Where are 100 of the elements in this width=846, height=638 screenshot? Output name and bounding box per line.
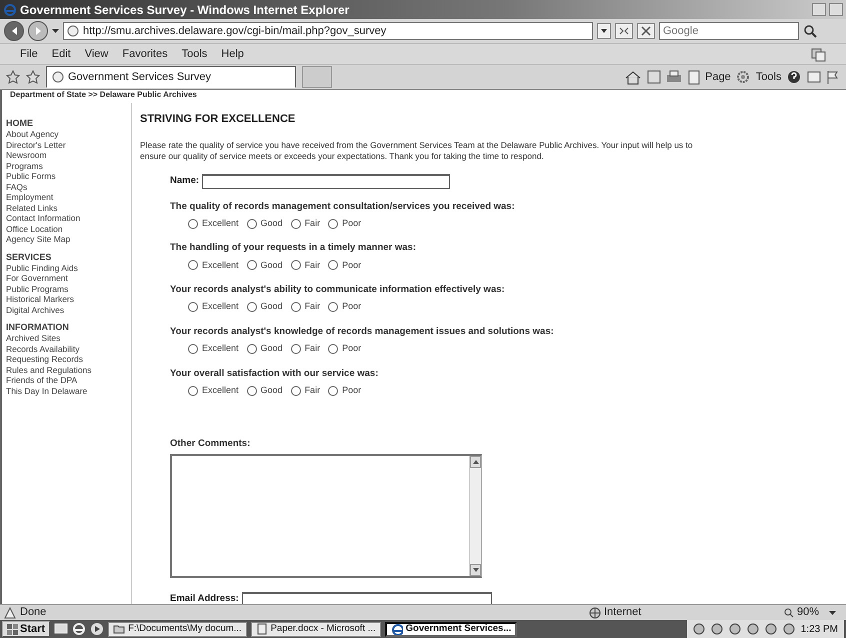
radio-button[interactable] [188, 386, 198, 396]
sidebar-link[interactable]: This Day In Delaware [6, 386, 131, 396]
radio-button[interactable] [188, 260, 198, 270]
sidebar-link[interactable]: Digital Archives [6, 304, 131, 315]
address-field[interactable]: http://smu.archives.delaware.gov/cgi-bin/mail.php?gov_survey [63, 22, 593, 40]
sidebar-link[interactable]: About Agency [6, 129, 131, 140]
comments-field[interactable] [170, 454, 482, 578]
back-button[interactable] [4, 21, 24, 41]
menu-item[interactable]: Edit [52, 46, 71, 62]
sidebar-link[interactable]: Historical Markers [6, 294, 131, 304]
minimize-button[interactable] [812, 3, 826, 16]
stop-icon[interactable] [637, 23, 655, 39]
zoom-icon[interactable] [783, 607, 794, 618]
sidebar-link[interactable]: Newsroom [6, 150, 131, 160]
printer-icon[interactable] [666, 70, 682, 84]
radio-button[interactable] [328, 302, 338, 312]
sidebar-link[interactable]: Records Availability [6, 344, 131, 354]
refresh-icon[interactable] [615, 23, 633, 39]
dropdown-icon[interactable] [52, 29, 59, 33]
sidebar-heading[interactable]: INFORMATION [6, 321, 131, 333]
sidebar-link[interactable]: Public Programs [6, 284, 131, 294]
sidebar-link[interactable]: Employment [6, 192, 131, 202]
menu-item[interactable]: View [84, 46, 108, 62]
start-button[interactable]: Start [2, 621, 50, 637]
tray-icon[interactable] [710, 623, 723, 635]
menu-item[interactable]: Favorites [122, 46, 168, 62]
option-label: Excellent [202, 384, 239, 397]
radio-button[interactable] [328, 386, 338, 396]
media-player-icon[interactable] [90, 622, 104, 636]
menu-item[interactable]: File [20, 46, 38, 62]
scrollbar[interactable] [469, 456, 481, 576]
radio-button[interactable] [246, 302, 257, 312]
browser-tab[interactable]: Government Services Survey [46, 66, 296, 88]
radio-button[interactable] [188, 344, 198, 354]
taskbar-button[interactable]: Government Services... [384, 622, 518, 636]
sidebar-link[interactable]: Related Links [6, 202, 131, 213]
star-icon[interactable] [6, 70, 20, 84]
flag-icon[interactable] [826, 70, 840, 84]
sidebar-link[interactable]: Archived Sites [6, 333, 131, 344]
sidebar-link[interactable]: Requesting Records [6, 354, 131, 364]
menu-item[interactable]: Help [221, 46, 244, 62]
sidebar-link[interactable]: Agency Site Map [6, 234, 131, 244]
taskbar-button[interactable]: F:\Documents\My docum... [108, 622, 247, 636]
search-icon[interactable] [803, 24, 817, 38]
page-icon[interactable] [688, 70, 700, 84]
back-arrow-icon [10, 26, 18, 36]
sidebar-heading[interactable]: SERVICES [6, 250, 131, 262]
radio-button[interactable] [188, 302, 198, 312]
sidebar-link[interactable]: Director's Letter [6, 140, 131, 150]
sidebar-link[interactable]: Friends of the DPA [6, 375, 131, 386]
radio-button[interactable] [328, 344, 338, 354]
down-arrow-icon [472, 568, 478, 572]
email-field[interactable] [242, 592, 492, 604]
scroll-down-button[interactable] [470, 564, 481, 576]
radio-button[interactable] [246, 386, 257, 396]
maximize-button[interactable] [829, 3, 843, 16]
radio-button[interactable] [290, 386, 301, 396]
tray-icon[interactable] [746, 623, 759, 635]
sidebar-link[interactable]: Public Finding Aids [6, 262, 131, 273]
forward-button[interactable] [28, 21, 48, 41]
tray-icon[interactable] [728, 623, 741, 635]
option-label: Excellent [202, 216, 239, 230]
sidebar-link[interactable]: Public Forms [6, 171, 131, 182]
search-field[interactable]: Google [659, 22, 799, 40]
sidebar-link[interactable]: Office Location [6, 224, 131, 234]
sidebar-link[interactable]: For Government [6, 273, 131, 284]
radio-button[interactable] [246, 344, 257, 354]
radio-button[interactable] [188, 218, 198, 228]
add-favorite-icon[interactable] [26, 70, 40, 84]
name-field[interactable] [202, 174, 450, 188]
menu-item[interactable]: Tools [182, 46, 208, 62]
radio-button[interactable] [328, 218, 338, 228]
zoom-level[interactable]: 90% [796, 604, 819, 621]
tray-icon[interactable] [692, 623, 705, 635]
scroll-up-button[interactable] [470, 456, 481, 468]
page-menu[interactable]: Page [705, 68, 731, 86]
radio-button[interactable] [290, 302, 301, 312]
dropdown-icon[interactable] [597, 23, 611, 39]
tools-menu[interactable]: Tools [756, 68, 782, 86]
radio-button[interactable] [290, 218, 301, 228]
radio-button[interactable] [328, 260, 338, 270]
tray-icon[interactable] [782, 623, 795, 635]
dropdown-icon[interactable] [829, 610, 836, 614]
home-icon[interactable] [625, 70, 642, 84]
radio-button[interactable] [290, 260, 301, 270]
help-icon[interactable] [787, 70, 801, 84]
gear-icon[interactable] [736, 70, 750, 84]
zone-text: Internet [604, 605, 642, 620]
radio-button[interactable] [246, 260, 257, 270]
sidebar-link[interactable]: FAQs [6, 182, 131, 192]
sidebar-link[interactable]: Rules and Regulations [6, 364, 131, 375]
sidebar-link[interactable]: Programs [6, 160, 131, 171]
radio-button[interactable] [246, 218, 257, 228]
sidebar-heading[interactable]: HOME [6, 117, 131, 129]
sidebar-link[interactable]: Contact Information [6, 213, 131, 224]
taskbar-button[interactable]: Paper.docx - Microsoft ... [250, 622, 381, 636]
radio-button[interactable] [290, 344, 301, 354]
tray-icon[interactable] [764, 623, 777, 635]
desktop-icon[interactable] [54, 622, 68, 636]
ie-logo-icon[interactable] [72, 622, 86, 636]
